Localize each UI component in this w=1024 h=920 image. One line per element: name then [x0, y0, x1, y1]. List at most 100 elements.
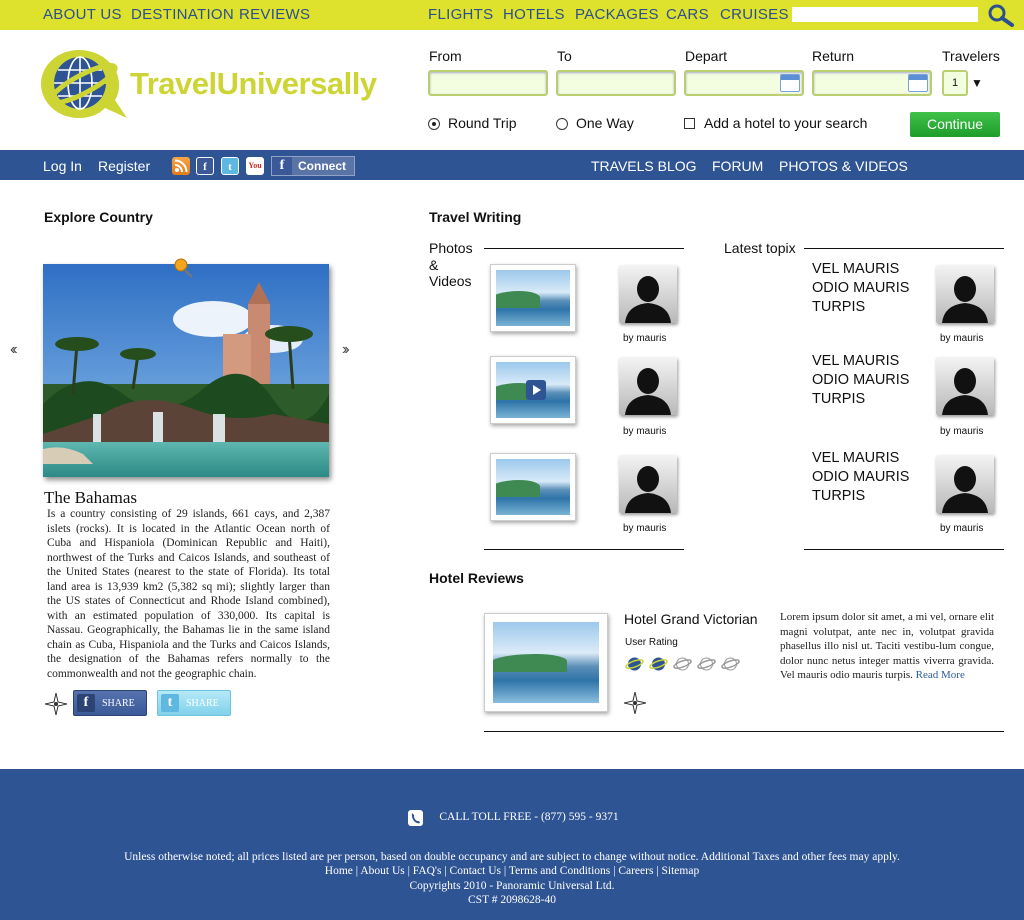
footer-link[interactable]: Terms and Conditions	[509, 865, 610, 877]
byline: by mauris	[940, 523, 984, 534]
search-input[interactable]	[792, 7, 978, 22]
round-trip-label[interactable]: Round Trip	[448, 115, 516, 131]
rss-icon[interactable]	[172, 157, 190, 175]
forum-link[interactable]: FORUM	[712, 158, 763, 174]
nav-destination[interactable]: DESTINATION	[131, 6, 234, 23]
nav-hotels[interactable]: HOTELS	[503, 6, 565, 23]
topic-title[interactable]: VEL MAURIS ODIO MAURIS TURPIS	[812, 449, 922, 506]
byline: by mauris	[940, 426, 984, 437]
country-description: Is a country consisting of 29 islands, 6…	[47, 508, 330, 680]
travelers-select[interactable]: 1	[942, 70, 968, 96]
country-name: The Bahamas	[44, 488, 137, 507]
topic-title[interactable]: VEL MAURIS ODIO MAURIS TURPIS	[812, 260, 922, 317]
avatar[interactable]	[936, 265, 994, 323]
compass-icon	[623, 691, 647, 715]
nav-cruises[interactable]: CRUISES	[720, 6, 789, 23]
photos-videos-label: &	[429, 257, 439, 273]
connect-label: Connect	[298, 159, 346, 173]
pushpin-icon	[172, 256, 196, 280]
footer-link[interactable]: FAQ's	[413, 865, 442, 877]
login-link[interactable]: Log In	[43, 158, 82, 174]
logo-icon[interactable]	[39, 46, 133, 126]
add-hotel-checkbox[interactable]	[684, 118, 695, 129]
search-icon[interactable]	[986, 3, 1016, 27]
copyright: Copyrights 2010 - Panoramic Universal Lt…	[409, 880, 615, 892]
youtube-icon[interactable]: You	[246, 157, 264, 175]
byline: by mauris	[623, 333, 667, 344]
nav-about-us[interactable]: ABOUT US	[43, 6, 122, 23]
rating-globe-filled-icon	[649, 657, 668, 671]
rating-globe-empty-icon	[673, 657, 692, 671]
cst-number: CST # 2098628-40	[468, 894, 556, 906]
nav-flights[interactable]: FLIGHTS	[428, 6, 493, 23]
calendar-icon[interactable]	[780, 74, 800, 92]
toll-free-text: CALL TOLL FREE - (877) 595 - 9371	[439, 811, 619, 823]
facebook-connect-button[interactable]: f Connect	[271, 156, 355, 176]
byline: by mauris	[623, 426, 667, 437]
nav-reviews[interactable]: REVIEWS	[239, 6, 310, 23]
footer-link[interactable]: Home	[325, 865, 353, 877]
photo-thumbnail[interactable]	[490, 264, 576, 332]
avatar[interactable]	[619, 357, 677, 415]
travel-writing-heading: Travel Writing	[429, 209, 522, 225]
divider	[484, 731, 1004, 732]
depart-label: Depart	[685, 48, 728, 64]
latest-topix-label: Latest topix	[724, 240, 796, 256]
add-hotel-label[interactable]: Add a hotel to your search	[704, 115, 867, 131]
nav-cars[interactable]: CARS	[666, 6, 709, 23]
share-label: SHARE	[102, 698, 135, 709]
hotel-photo[interactable]	[484, 613, 608, 712]
register-link[interactable]: Register	[98, 158, 150, 174]
travels-blog-link[interactable]: TRAVELS BLOG	[591, 158, 697, 174]
logo-text[interactable]: TravelUniversally	[130, 66, 377, 102]
byline: by mauris	[623, 523, 667, 534]
price-notice: Unless otherwise noted; all prices liste…	[124, 851, 900, 863]
photos-videos-label: Photos	[429, 240, 473, 256]
next-arrow-button[interactable]: ››	[342, 341, 349, 359]
user-rating-label: User Rating	[625, 637, 678, 648]
one-way-label[interactable]: One Way	[576, 115, 634, 131]
rating-globe-empty-icon	[721, 657, 740, 671]
divider	[804, 549, 1004, 550]
prev-arrow-button[interactable]: ‹‹	[10, 341, 17, 359]
to-label: To	[557, 48, 572, 64]
hotel-name[interactable]: Hotel Grand Victorian	[624, 611, 758, 627]
play-icon[interactable]	[526, 380, 546, 400]
rating-globe-empty-icon	[697, 657, 716, 671]
from-field[interactable]	[428, 70, 548, 96]
continue-button[interactable]: Continue	[910, 112, 1000, 137]
compass-icon	[44, 692, 68, 716]
facebook-icon: f	[77, 694, 95, 712]
one-way-radio[interactable]	[556, 118, 568, 130]
footer-link[interactable]: Careers	[618, 865, 653, 877]
twitter-icon[interactable]: t	[221, 157, 239, 175]
avatar[interactable]	[619, 265, 677, 323]
round-trip-radio[interactable]	[428, 118, 440, 130]
share-label: SHARE	[186, 698, 219, 709]
country-photo[interactable]	[43, 264, 329, 477]
avatar[interactable]	[619, 455, 677, 513]
footer-link[interactable]: Sitemap	[662, 865, 700, 877]
photos-videos-label: Videos	[429, 273, 472, 289]
facebook-icon[interactable]: f	[196, 157, 214, 175]
topic-title[interactable]: VEL MAURIS ODIO MAURIS TURPIS	[812, 352, 922, 409]
video-thumbnail[interactable]	[490, 356, 576, 424]
twitter-share-button[interactable]: t SHARE	[157, 690, 231, 716]
footer-links: Home | About Us | FAQ's | Contact Us | T…	[324, 865, 700, 877]
photos-videos-link[interactable]: PHOTOS & VIDEOS	[779, 158, 908, 174]
photo-thumbnail[interactable]	[490, 453, 576, 521]
divider	[804, 248, 1004, 249]
explore-heading: Explore Country	[44, 209, 153, 225]
facebook-share-button[interactable]: f SHARE	[73, 690, 147, 716]
footer-link[interactable]: About Us	[360, 865, 404, 877]
divider	[484, 248, 684, 249]
read-more-link[interactable]: Read More	[916, 669, 965, 681]
avatar[interactable]	[936, 357, 994, 415]
facebook-icon: f	[272, 157, 292, 175]
dropdown-arrow-icon[interactable]: ▼	[971, 76, 983, 90]
to-field[interactable]	[556, 70, 676, 96]
footer-link[interactable]: Contact Us	[450, 865, 501, 877]
nav-packages[interactable]: PACKAGES	[575, 6, 659, 23]
avatar[interactable]	[936, 455, 994, 513]
calendar-icon[interactable]	[908, 74, 928, 92]
